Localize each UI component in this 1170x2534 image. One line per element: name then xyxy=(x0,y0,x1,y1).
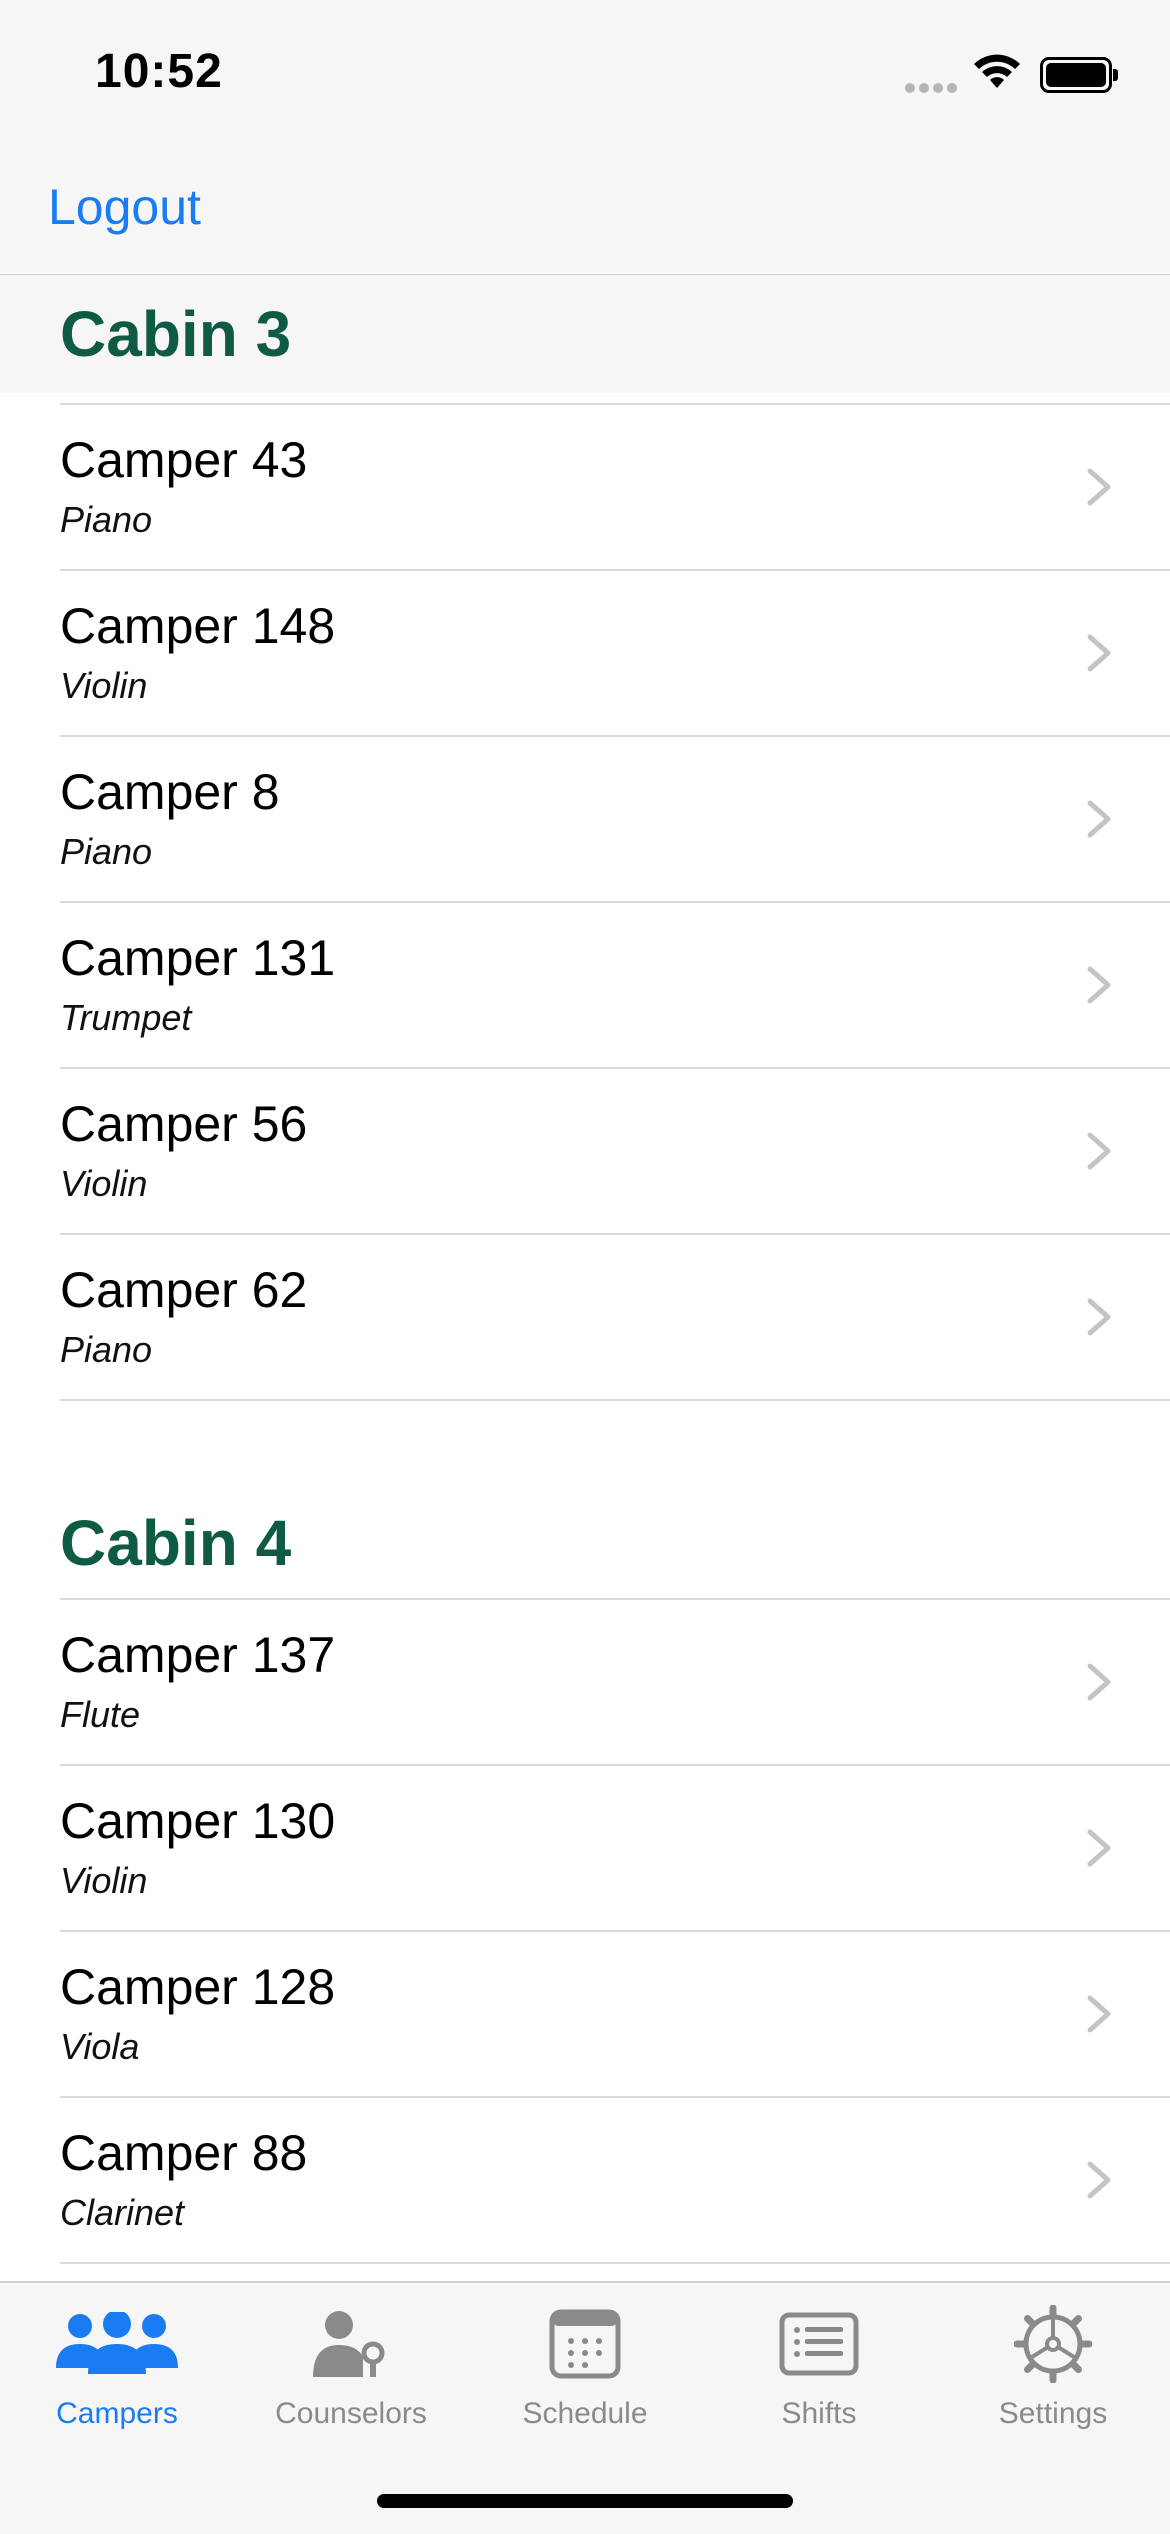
chevron-right-icon xyxy=(1087,1663,1111,1701)
camper-instrument: Piano xyxy=(60,499,153,540)
tab-label: Settings xyxy=(998,2397,1108,2430)
camper-list-cabin-4: Camper 137 Flute Camper 130 Violin Campe… xyxy=(0,1598,1170,2264)
camper-instrument: Violin xyxy=(60,665,148,706)
cellular-signal-icon xyxy=(905,80,961,98)
calendar-icon xyxy=(468,2303,702,2385)
camper-name: Camper 148 xyxy=(60,598,336,654)
gear-icon xyxy=(936,2303,1170,2385)
camper-name: Camper 8 xyxy=(60,764,280,820)
camper-row[interactable]: Camper 137 Flute xyxy=(0,1598,1170,1764)
section-title: Cabin 4 xyxy=(60,1507,292,1579)
tab-shifts[interactable]: Shifts xyxy=(702,2303,936,2431)
camper-instrument: Piano xyxy=(60,1329,153,1370)
camper-row[interactable]: Camper 43 Piano xyxy=(0,403,1170,569)
status-bar: 10:52 xyxy=(0,0,1170,150)
camper-row[interactable]: Camper 56 Violin xyxy=(0,1067,1170,1233)
chevron-right-icon xyxy=(1087,800,1111,838)
camper-instrument: Violin xyxy=(60,1860,148,1901)
chevron-right-icon xyxy=(1087,1995,1111,2033)
section-header-cabin-4: Cabin 4 xyxy=(0,1470,1170,1598)
logout-button[interactable]: Logout xyxy=(48,178,201,236)
chevron-right-icon xyxy=(1087,1132,1111,1170)
list-icon xyxy=(702,2303,936,2385)
chevron-right-icon xyxy=(1087,1829,1111,1867)
person-key-icon xyxy=(234,2303,468,2385)
camper-row[interactable]: Camper 62 Piano xyxy=(0,1233,1170,1401)
camper-row[interactable]: Camper 128 Viola xyxy=(0,1930,1170,2096)
camper-name: Camper 62 xyxy=(60,1262,308,1318)
chevron-right-icon xyxy=(1087,1298,1111,1336)
section-header-cabin-3: Cabin 3 xyxy=(0,275,1170,393)
tab-label: Counselors xyxy=(275,2397,427,2430)
navigation-bar: Logout xyxy=(0,150,1170,276)
tab-schedule[interactable]: Schedule xyxy=(468,2303,702,2431)
chevron-right-icon xyxy=(1087,966,1111,1004)
section-title: Cabin 3 xyxy=(60,298,292,370)
tab-counselors[interactable]: Counselors xyxy=(234,2303,468,2431)
camper-name: Camper 130 xyxy=(60,1793,336,1849)
camper-instrument: Clarinet xyxy=(60,2192,185,2233)
camper-list-cabin-3: Camper 43 Piano Camper 148 Violin Camper… xyxy=(0,403,1170,1401)
camper-instrument: Violin xyxy=(60,1163,148,1204)
camper-instrument: Viola xyxy=(60,2026,140,2067)
battery-icon xyxy=(1040,57,1118,93)
tab-label: Schedule xyxy=(522,2397,648,2430)
chevron-right-icon xyxy=(1087,2161,1111,2199)
tab-settings[interactable]: Settings xyxy=(936,2303,1170,2431)
chevron-right-icon xyxy=(1087,468,1111,506)
camper-instrument: Flute xyxy=(60,1694,141,1735)
camper-name: Camper 128 xyxy=(60,1959,336,2015)
camper-row[interactable]: Camper 8 Piano xyxy=(0,735,1170,901)
camper-row[interactable]: Camper 130 Violin xyxy=(0,1764,1170,1930)
chevron-right-icon xyxy=(1087,634,1111,672)
camper-name: Camper 137 xyxy=(60,1627,336,1683)
camper-name: Camper 56 xyxy=(60,1096,308,1152)
wifi-icon xyxy=(972,52,1022,95)
camper-name: Camper 88 xyxy=(60,2125,308,2181)
camper-instrument: Piano xyxy=(60,831,153,872)
camper-instrument: Trumpet xyxy=(60,997,192,1038)
camper-row[interactable]: Camper 148 Violin xyxy=(0,569,1170,735)
status-time: 10:52 xyxy=(95,45,223,98)
people-icon xyxy=(0,2303,234,2385)
tab-label: Shifts xyxy=(781,2397,857,2430)
camper-name: Camper 43 xyxy=(60,432,308,488)
camper-name: Camper 131 xyxy=(60,930,336,986)
tab-label: Campers xyxy=(56,2397,178,2430)
home-indicator[interactable] xyxy=(377,2494,793,2508)
camper-row[interactable]: Camper 88 Clarinet xyxy=(0,2096,1170,2264)
camper-row[interactable]: Camper 131 Trumpet xyxy=(0,901,1170,1067)
tab-campers[interactable]: Campers xyxy=(0,2303,234,2431)
